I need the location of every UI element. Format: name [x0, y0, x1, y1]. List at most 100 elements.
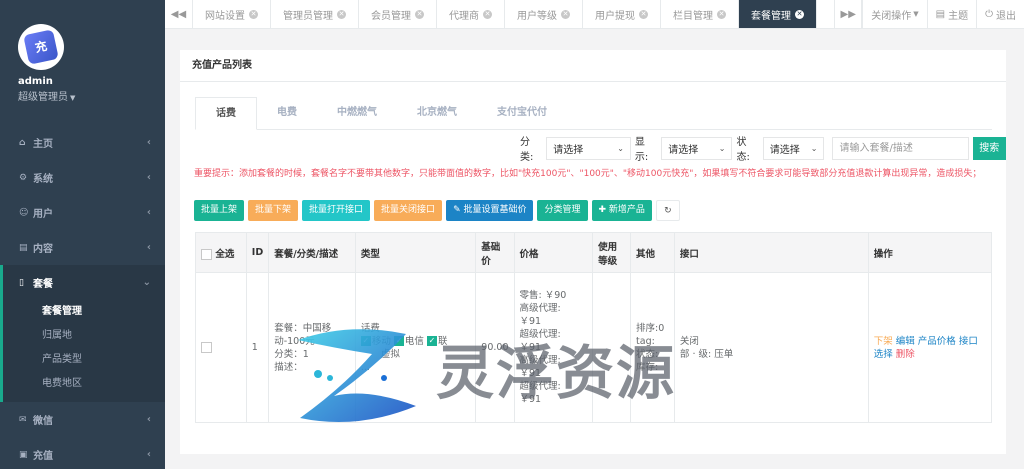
close-icon[interactable]: ✕ [717, 9, 726, 19]
main-panel: 充值产品列表 话费 电费 中燃燃气 北京燃气 支付宝代付 分类: 请选择 ⌄ 显示… [180, 50, 1006, 454]
tabs-scroll-left-icon[interactable]: ◀◀ [165, 0, 193, 28]
tab-user-withdraw[interactable]: 用户提现 ✕ [583, 0, 661, 28]
tab-beijing-gas[interactable]: 北京燃气 [397, 97, 477, 129]
row-level [592, 272, 632, 423]
row-price: 零售: ￥90 高级代理: ￥91 超级代理: ￥91 高级代理: ￥91 超级… [513, 272, 594, 423]
tab-phone-bill[interactable]: 话费 [195, 97, 257, 130]
category-tabs: 话费 电费 中燃燃气 北京燃气 支付宝代付 [195, 97, 992, 130]
table-header-row: 全选 ID 套餐/分类/描述 类型 基础价 价格 使用等级 其他 接口 操作 [195, 232, 993, 273]
col-other: 其他 [630, 232, 675, 273]
category-manage-button[interactable]: 分类管理 [537, 200, 588, 221]
wechat-icon: ✉ [19, 414, 27, 425]
sidebar-item-recharge[interactable]: ▣ 充值 ‹ [0, 437, 165, 469]
file-icon: ▯ [19, 277, 24, 288]
row-id: 1 [245, 272, 270, 423]
batch-open-interface-button[interactable]: 批量打开接口 [302, 200, 371, 221]
tab-agent[interactable]: 代理商 ✕ [437, 0, 505, 28]
display-select[interactable]: 请选择 ⌄ [661, 136, 733, 160]
sidebar-item-content[interactable]: ▤ 内容 ‹ [0, 230, 165, 265]
tab-column-manage[interactable]: 栏目管理 ✕ [661, 0, 739, 28]
caret-down-icon: ▼ [70, 94, 76, 102]
logout-button[interactable]: ⏻ 退出 [976, 0, 1024, 28]
search-input[interactable]: 请输入套餐/描述 [832, 136, 969, 160]
product-price-link[interactable]: 产品价格 [918, 336, 956, 347]
select-all-header[interactable]: 全选 [195, 232, 247, 273]
page-title: 充值产品列表 [180, 50, 1006, 82]
sidebar: 充 admin 超级管理员 ▼ ⌂ 主页 ‹ ⚙ 系统 ‹ ☺ 用户 ‹ ▤ 内容 ‹ ▯ 套餐 ⌄ … [0, 0, 165, 469]
close-icon[interactable]: ✕ [483, 9, 492, 19]
plus-icon: ✚ [598, 205, 609, 215]
check-icon[interactable]: ✓ [360, 336, 371, 346]
sidebar-item-package[interactable]: ▯ 套餐 ⌄ [0, 265, 165, 300]
close-icon[interactable]: ✕ [249, 9, 258, 19]
row-package: 套餐：中国移 动-100元 分类：1 描述： [268, 272, 356, 423]
col-base-price: 基础价 [475, 232, 515, 273]
check-icon[interactable]: ✓ [426, 336, 437, 346]
add-product-button[interactable]: ✚ 新增产品 [591, 200, 652, 221]
refresh-icon: ↻ [664, 206, 672, 216]
top-tabs-bar: ◀◀ 网站设置 ✕ 管理员管理 ✕ 会员管理 ✕ 代理商 ✕ 用户等级 ✕ 用户提现 ✕ 栏… [165, 0, 1024, 29]
col-price: 价格 [513, 232, 594, 273]
sidebar-item-home[interactable]: ⌂ 主页 ‹ [0, 125, 165, 160]
col-id: ID [245, 232, 270, 273]
tab-zhongran-gas[interactable]: 中燃燃气 [317, 97, 397, 129]
close-icon[interactable]: ✕ [415, 9, 424, 19]
tab-user-level[interactable]: 用户等级 ✕ [505, 0, 583, 28]
row-interface: 关闭 部 · 级: 压单 [673, 272, 869, 423]
submenu-electric-region[interactable]: 电费地区 [3, 372, 165, 396]
edit-link[interactable]: 编辑 [896, 336, 915, 347]
profile: 充 admin 超级管理员 ▼ [0, 0, 165, 112]
category-select[interactable]: 请选择 ⌄ [546, 136, 631, 160]
chevron-left-icon: ‹ [146, 414, 151, 425]
close-icon[interactable]: ✕ [561, 9, 570, 19]
important-notice: 重要提示：添加套餐的时候，套餐名字不要带其他数字，只能带面值的数字，比如"快充1… [194, 169, 982, 179]
chevron-down-icon: ⌄ [142, 277, 151, 288]
batch-offline-button[interactable]: 批量下架 [248, 200, 299, 221]
delete-link[interactable]: 删除 [896, 349, 915, 360]
avatar[interactable]: 充 [18, 24, 64, 70]
row-operations: 下架 编辑 产品价格 接口选择 删除 [867, 272, 993, 423]
batch-set-base-price-button[interactable]: ✎ 批量设置基础价 [446, 200, 534, 221]
tab-electric-bill[interactable]: 电费 [257, 97, 317, 129]
tab-alipay-proxy[interactable]: 支付宝代付 [477, 97, 567, 129]
recharge-icon: ▣ [19, 449, 28, 460]
users-icon: ☺ [19, 207, 29, 218]
submenu-package-manage[interactable]: 套餐管理 [3, 300, 165, 324]
gears-icon: ⚙ [19, 172, 28, 183]
sidebar-menu: ⌂ 主页 ‹ ⚙ 系统 ‹ ☺ 用户 ‹ ▤ 内容 ‹ ▯ 套餐 ⌄ 套餐管理 归属地 产品类型 电… [0, 125, 165, 469]
tab-site-settings[interactable]: 网站设置 ✕ [193, 0, 271, 28]
status-select[interactable]: 请选择 ⌄ [762, 136, 825, 160]
sidebar-item-users[interactable]: ☺ 用户 ‹ [0, 195, 165, 230]
display-label: 显示: [634, 137, 649, 163]
check-icon[interactable]: ✓ [393, 336, 404, 346]
close-icon[interactable]: ✕ [795, 9, 804, 19]
search-button[interactable]: 搜索 [972, 136, 1006, 160]
tab-member-manage[interactable]: 会员管理 ✕ [359, 0, 437, 28]
row-checkbox[interactable] [201, 342, 212, 353]
sidebar-item-wechat[interactable]: ✉ 微信 ‹ [0, 402, 165, 437]
close-icon[interactable]: ✕ [337, 9, 346, 19]
chevron-down-icon: ⌄ [617, 143, 624, 153]
tab-admin-manage[interactable]: 管理员管理 ✕ [271, 0, 359, 28]
offline-link[interactable]: 下架 [874, 336, 893, 347]
close-icon[interactable]: ✕ [639, 9, 648, 19]
chevron-left-icon: ‹ [146, 449, 151, 460]
role-dropdown[interactable]: 超级管理员 ▼ [18, 88, 75, 103]
theme-icon: ▤ [935, 8, 946, 20]
status-label: 状态: [736, 137, 750, 163]
batch-close-interface-button[interactable]: 批量关闭接口 [374, 200, 443, 221]
row-type: 话费 ✓ 移动 ✓ 电信 ✓ 联 虚拟 ... [354, 272, 477, 423]
batch-online-button[interactable]: 批量上架 [194, 200, 245, 221]
submenu-location[interactable]: 归属地 [3, 324, 165, 348]
col-type: 类型 [354, 232, 477, 273]
action-toolbar: 批量上架 批量下架 批量打开接口 批量关闭接口 ✎ 批量设置基础价 分类管理 ✚… [194, 200, 680, 221]
select-all-checkbox[interactable] [201, 248, 212, 260]
submenu-product-type[interactable]: 产品类型 [3, 348, 165, 372]
theme-button[interactable]: ▤ 主题 [926, 0, 976, 28]
col-operations: 操作 [867, 232, 993, 273]
close-operations-dropdown[interactable]: 关闭操作 ▼ [862, 0, 926, 28]
tabs-scroll-right-icon[interactable]: ▶▶ [834, 0, 863, 28]
refresh-button[interactable]: ↻ [655, 200, 680, 221]
tab-package-manage[interactable]: 套餐管理 ✕ [739, 0, 817, 28]
sidebar-item-system[interactable]: ⚙ 系统 ‹ [0, 160, 165, 195]
